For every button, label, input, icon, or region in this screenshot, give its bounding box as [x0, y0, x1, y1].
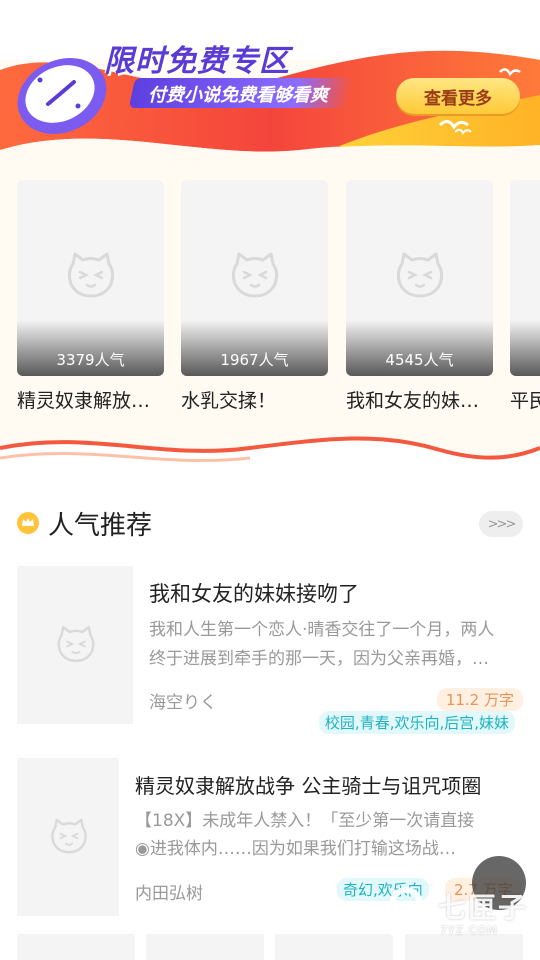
banner-title: 限时免费专区 — [104, 44, 290, 79]
book-author: 内田弘树 — [135, 884, 203, 904]
book-title: 我和女友的妹妹接吻了 — [149, 582, 359, 606]
book-title: 精灵奴隶解放战争 公主骑士与诅咒项圈 — [135, 774, 482, 798]
popular-section-header: 人气推荐 >>> — [17, 503, 523, 543]
placeholder-cat-icon — [51, 818, 87, 854]
book-cover: 3379人气 — [17, 180, 164, 376]
tag-badge: 校园,青春,欢乐向,后宫,妹妹 — [318, 711, 515, 734]
view-more-label: 查看更多 — [424, 88, 492, 109]
placeholder-cat-icon — [396, 252, 444, 298]
banner-subtitle: 付费小说免费看够看爽 — [148, 85, 328, 106]
section-title: 人气推荐 — [48, 511, 153, 541]
book-cover — [510, 180, 540, 376]
book-cover — [17, 758, 119, 916]
cover-shade — [510, 320, 540, 376]
book-description-line2: ◉进我体内……因为如果我们打输这场战… — [135, 839, 456, 859]
watermark-name: 七匣子 — [438, 891, 529, 924]
free-book-title: 精灵奴隶解放… — [17, 390, 151, 412]
free-books-carousel[interactable]: 3379人气 精灵奴隶解放… 1967人气 水乳交揉！ 4545人气 我和女友的… — [17, 180, 540, 420]
section-more-button[interactable]: >>> — [479, 511, 523, 537]
free-book-card[interactable]: 4545人气 我和女友的妹… — [346, 180, 493, 413]
book-description-line1: 【18X】未成年人禁入！「至少第一次请直接 — [135, 811, 475, 831]
book-cover — [17, 566, 133, 724]
word-count-badge: 11.2 万字 — [436, 688, 523, 711]
book-cover — [275, 934, 393, 960]
site-watermark: 七匣子 7YZ.COM — [384, 870, 534, 950]
placeholder-cat-icon — [67, 252, 115, 298]
free-book-card[interactable]: 平民 — [510, 180, 540, 413]
free-book-title: 我和女友的妹… — [346, 390, 480, 412]
book-cover: 1967人气 — [181, 180, 328, 376]
free-book-card[interactable]: 1967人气 水乳交揉！ — [181, 180, 328, 413]
popularity-label: 1967人气 — [220, 351, 289, 369]
book-list-item[interactable]: 我和女友的妹妹接吻了 我和人生第一个恋人·晴香交往了一个月，两人 终于进展到牵手… — [17, 566, 523, 734]
triple-chevron-right-icon: >>> — [487, 516, 517, 532]
book-cover — [146, 934, 264, 960]
free-book-title: 平民 — [510, 390, 540, 412]
watermark-domain: 7YZ.COM — [440, 924, 498, 937]
book-cover — [17, 934, 135, 960]
book-cover: 4545人气 — [346, 180, 493, 376]
book-description-line1: 我和人生第一个恋人·晴香交往了一个月，两人 — [149, 620, 495, 640]
book-author: 海空りく — [149, 693, 217, 713]
watermark-logo-icon — [388, 887, 437, 938]
book-description-line2: 终于进展到牵手的那一天，因为父亲再婚，… — [149, 649, 489, 669]
placeholder-cat-icon — [57, 626, 95, 662]
free-book-title: 水乳交揉！ — [181, 390, 277, 412]
placeholder-cat-icon — [231, 252, 279, 298]
popularity-label: 4545人气 — [385, 351, 454, 369]
free-book-card[interactable]: 3379人气 精灵奴隶解放… — [17, 180, 164, 413]
free-zone-section: 限时免费专区 付费小说免费看够看爽 查看更多 3379人气 精灵奴隶解放… 19… — [0, 0, 540, 470]
crown-icon — [17, 512, 39, 534]
view-more-button[interactable]: 查看更多 — [396, 78, 520, 114]
popularity-label: 3379人气 — [56, 351, 125, 369]
